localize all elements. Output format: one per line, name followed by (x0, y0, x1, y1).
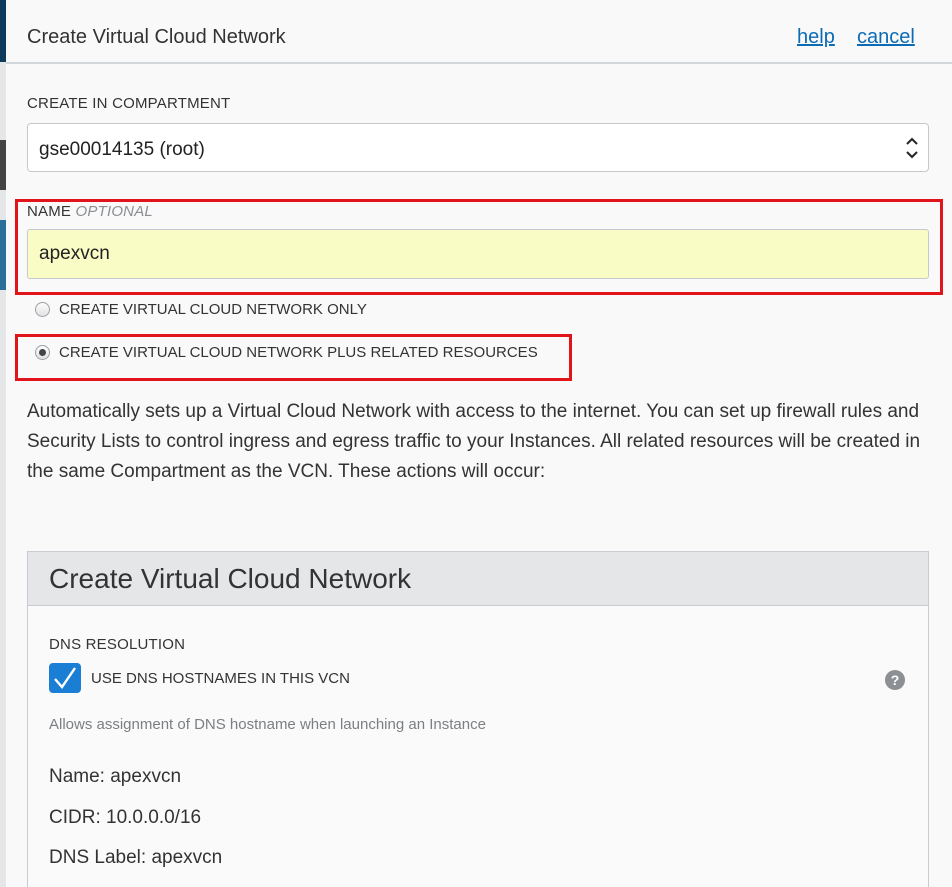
radio-vcn-plus-resources[interactable]: CREATE VIRTUAL CLOUD NETWORK PLUS RELATE… (35, 341, 538, 363)
compartment-selected-value: gse00014135 (root) (39, 139, 205, 160)
vcn-summary-panel: Create Virtual Cloud Network DNS RESOLUT… (27, 551, 929, 887)
vcn-name-info: Name: apexvcn (49, 766, 182, 787)
panel-header: Create Virtual Cloud Network (28, 552, 928, 606)
question-mark-icon[interactable]: ? (885, 670, 905, 690)
name-input[interactable] (27, 229, 929, 279)
dialog-header: Create Virtual Cloud Network help cancel (6, 0, 952, 64)
use-dns-hostnames-label: USE DNS HOSTNAMES IN THIS VCN (91, 670, 350, 687)
vcn-cidr-info: CIDR: 10.0.0.0/16 (49, 807, 202, 828)
use-dns-hostnames-checkbox[interactable] (49, 663, 81, 693)
dialog-title: Create Virtual Cloud Network (27, 26, 286, 48)
radio-vcn-only[interactable]: CREATE VIRTUAL CLOUD NETWORK ONLY (35, 298, 367, 320)
description-text: Automatically sets up a Virtual Cloud Ne… (27, 401, 921, 482)
compartment-label: CREATE IN COMPARTMENT (27, 95, 231, 112)
dns-resolution-label: DNS RESOLUTION (49, 636, 186, 653)
radio-label: CREATE VIRTUAL CLOUD NETWORK PLUS RELATE… (59, 343, 538, 361)
help-link[interactable]: help (797, 26, 835, 49)
optional-tag: OPTIONAL (75, 203, 153, 220)
radio-label: CREATE VIRTUAL CLOUD NETWORK ONLY (59, 300, 367, 318)
name-label-text: NAME (27, 203, 72, 220)
checkmark-icon (54, 667, 76, 689)
radio-button[interactable] (35, 301, 50, 317)
dns-hint-text: Allows assignment of DNS hostname when l… (49, 716, 486, 733)
vcn-dns-label-info: DNS Label: apexvcn (49, 847, 223, 868)
select-arrows-icon (906, 137, 918, 159)
cancel-link[interactable]: cancel (857, 26, 915, 49)
compartment-select[interactable]: gse00014135 (root) (27, 123, 929, 172)
radio-button-checked[interactable] (35, 344, 50, 360)
name-label: NAME OPTIONAL (27, 203, 153, 220)
create-vcn-dialog: Create Virtual Cloud Network help cancel… (6, 0, 952, 887)
panel-title: Create Virtual Cloud Network (49, 563, 412, 594)
